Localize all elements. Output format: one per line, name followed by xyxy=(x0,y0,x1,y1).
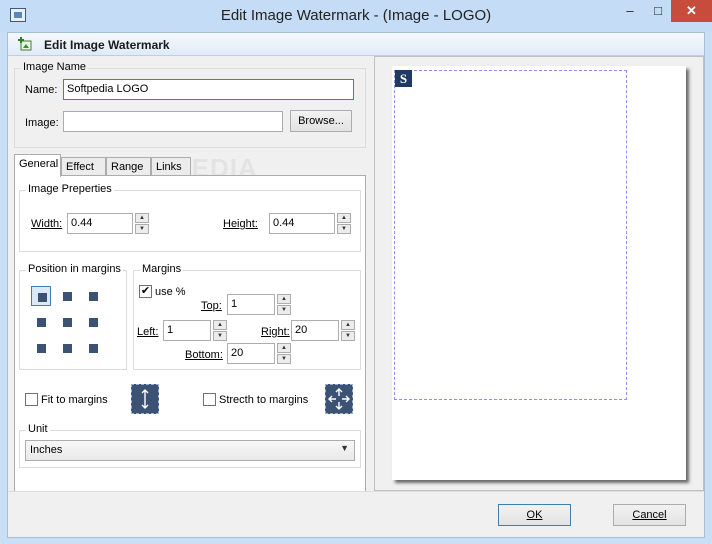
bottom-center-icon xyxy=(63,344,72,353)
height-label-text: Height: xyxy=(223,218,258,230)
margins-title: Margins xyxy=(140,263,184,275)
position-top-left[interactable] xyxy=(31,286,51,306)
maximize-button[interactable]: □ xyxy=(645,0,671,22)
left-spinner[interactable]: ▲ ▼ xyxy=(213,320,227,341)
fit-to-margins-checkbox[interactable] xyxy=(25,393,38,406)
header-title: Edit Image Watermark xyxy=(44,38,170,52)
image-label: Image: xyxy=(25,117,59,129)
header-bar: Edit Image Watermark xyxy=(8,33,704,56)
width-label-text: Width: xyxy=(31,218,63,230)
height-spinner[interactable]: ▲ ▼ xyxy=(337,213,351,234)
dialog-client: Edit Image Watermark Image Name Name: So… xyxy=(7,32,705,538)
stretch-to-margins-checkbox[interactable] xyxy=(203,393,216,406)
minimize-button[interactable]: – xyxy=(617,0,643,22)
width-spinner[interactable]: ▲ ▼ xyxy=(135,213,149,234)
spin-up-icon[interactable]: ▲ xyxy=(277,343,291,353)
tab-links[interactable]: Links xyxy=(151,157,191,176)
bottom-label-text: Bottom: xyxy=(185,349,223,361)
tab-range[interactable]: Range xyxy=(106,157,151,176)
bottom-spinner[interactable]: ▲ ▼ xyxy=(277,343,291,364)
top-left-icon xyxy=(38,293,47,302)
cancel-button[interactable]: Cancel xyxy=(613,504,686,526)
bottom-left-icon xyxy=(37,344,46,353)
browse-button[interactable]: Browse... xyxy=(290,110,352,132)
unit-select[interactable]: Inches ▼ xyxy=(25,440,355,461)
close-button[interactable]: ✕ xyxy=(671,0,712,22)
spin-up-icon[interactable]: ▲ xyxy=(337,213,351,223)
spin-up-icon[interactable]: ▲ xyxy=(213,320,227,330)
ok-button[interactable]: OK xyxy=(498,504,571,526)
position-title: Position in margins xyxy=(26,263,123,275)
top-center-icon xyxy=(63,292,72,301)
fit-to-margins-icon xyxy=(131,384,159,414)
window-title: Edit Image Watermark - (Image - LOGO) xyxy=(220,7,492,24)
right-label: Right: xyxy=(261,326,290,338)
position-bottom-left[interactable] xyxy=(31,338,51,358)
spin-up-icon[interactable]: ▲ xyxy=(135,213,149,223)
name-label: Name: xyxy=(25,84,58,96)
spin-down-icon[interactable]: ▼ xyxy=(341,331,355,341)
preview-margins xyxy=(394,70,627,400)
left-label: Left: xyxy=(137,326,158,338)
vertical-arrows-icon xyxy=(141,389,149,409)
position-bottom-center[interactable] xyxy=(57,338,77,358)
add-image-icon xyxy=(18,37,32,51)
left-input[interactable]: 1 xyxy=(163,320,211,341)
use-percent-checkbox[interactable]: ✔ xyxy=(139,285,152,298)
right-spinner[interactable]: ▲ ▼ xyxy=(341,320,355,341)
unit-title: Unit xyxy=(26,423,50,435)
top-label: Top: xyxy=(201,300,222,312)
unit-value: Inches xyxy=(30,444,63,456)
image-path-input[interactable] xyxy=(63,111,283,132)
cancel-label: Cancel xyxy=(632,509,667,521)
name-input[interactable]: Softpedia LOGO xyxy=(63,79,354,100)
bottom-input[interactable]: 20 xyxy=(227,343,275,364)
position-top-center[interactable] xyxy=(57,286,77,306)
use-percent-label: use % xyxy=(155,286,186,298)
fit-to-margins-label: Fit to margins xyxy=(41,394,108,406)
four-arrows-icon xyxy=(328,388,350,410)
chevron-down-icon: ▼ xyxy=(340,443,349,453)
stretch-to-margins-label: Strecth to margins xyxy=(219,394,309,406)
general-tab-panel: Image Preperties Width: 0.44 ▲ ▼ Height: … xyxy=(14,175,366,493)
image-name-group-title: Image Name xyxy=(21,61,88,73)
middle-right-icon xyxy=(89,318,98,327)
spin-down-icon[interactable]: ▼ xyxy=(135,224,149,234)
spin-down-icon[interactable]: ▼ xyxy=(277,305,291,315)
position-middle-left[interactable] xyxy=(31,312,51,332)
dialog-footer: OK Cancel xyxy=(8,491,704,537)
spin-down-icon[interactable]: ▼ xyxy=(277,354,291,364)
spin-down-icon[interactable]: ▼ xyxy=(213,331,227,341)
spin-up-icon[interactable]: ▲ xyxy=(277,294,291,304)
tab-general[interactable]: General xyxy=(14,154,61,177)
middle-left-icon xyxy=(37,318,46,327)
position-bottom-right[interactable] xyxy=(83,338,103,358)
height-input[interactable]: 0.44 xyxy=(269,213,335,234)
title-bar: Edit Image Watermark - (Image - LOGO) – … xyxy=(0,0,712,32)
width-label: Width: xyxy=(31,218,62,230)
right-label-text: Right: xyxy=(261,326,290,338)
top-label-text: Top: xyxy=(201,300,222,312)
ok-label: OK xyxy=(526,509,543,521)
height-label: Height: xyxy=(223,218,258,230)
bottom-right-icon xyxy=(89,344,98,353)
center-icon xyxy=(63,318,72,327)
position-middle-right[interactable] xyxy=(83,312,103,332)
bottom-label: Bottom: xyxy=(185,349,223,361)
image-properties-title: Image Preperties xyxy=(26,183,114,195)
top-spinner[interactable]: ▲ ▼ xyxy=(277,294,291,315)
tab-effect[interactable]: Effect xyxy=(61,157,106,176)
position-center[interactable] xyxy=(57,312,77,332)
top-input[interactable]: 1 xyxy=(227,294,275,315)
watermark-logo-preview: S xyxy=(395,70,412,87)
spin-down-icon[interactable]: ▼ xyxy=(337,224,351,234)
width-input[interactable]: 0.44 xyxy=(67,213,133,234)
right-input[interactable]: 20 xyxy=(291,320,339,341)
stretch-to-margins-icon xyxy=(325,384,353,414)
left-label-text: Left: xyxy=(137,326,159,338)
top-right-icon xyxy=(89,292,98,301)
position-top-right[interactable] xyxy=(83,286,103,306)
spin-up-icon[interactable]: ▲ xyxy=(341,320,355,330)
